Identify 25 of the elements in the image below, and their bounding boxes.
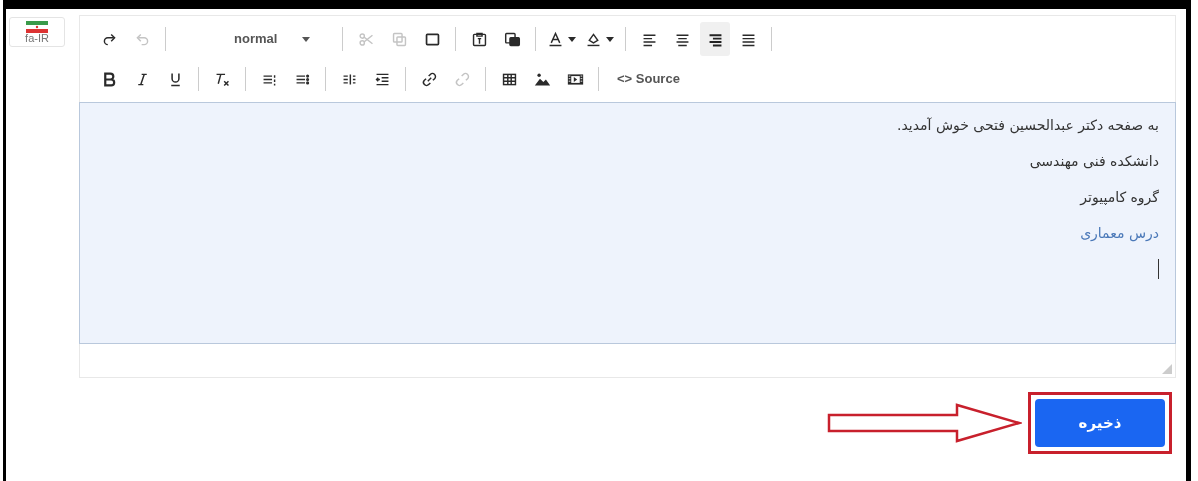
- fill-color-icon: [585, 30, 602, 48]
- caret-icon: [568, 36, 576, 42]
- resize-handle-icon[interactable]: [1162, 364, 1172, 374]
- copy-icon: [390, 30, 408, 48]
- paste-icon: [503, 30, 521, 48]
- text-cursor: [1157, 259, 1159, 279]
- locale-label: fa-IR: [25, 32, 49, 44]
- align-right-button[interactable]: [700, 22, 730, 56]
- source-button[interactable]: <> Source: [607, 62, 690, 96]
- content-paragraph: به صفحه دکتر عبدالحسین فتحی خوش آمدید.: [897, 116, 1159, 136]
- content-paragraph: گروه کامپیوتر: [1080, 188, 1159, 208]
- editor-content[interactable]: به صفحه دکتر عبدالحسین فتحی خوش آمدید. دانشکده فنی مهندسی گروه کامپیوتر درس معماری: [79, 102, 1176, 344]
- caret-icon: [606, 36, 614, 42]
- format-dropdown[interactable]: normal: [174, 22, 334, 56]
- text-color-icon: [547, 30, 564, 48]
- scissors-icon: [357, 30, 375, 48]
- unlink-icon: [453, 70, 471, 88]
- caret-icon: [302, 36, 310, 42]
- content-paragraph: دانشکده فنی مهندسی: [1029, 152, 1159, 172]
- link-icon: [420, 70, 438, 88]
- locale-button[interactable]: fa-IR: [9, 17, 65, 47]
- clipboard-text-icon: [470, 30, 488, 48]
- flag-icon: [26, 20, 48, 33]
- save-button[interactable]: ذخیره: [1035, 399, 1165, 447]
- content-link[interactable]: درس معماری: [1080, 223, 1159, 244]
